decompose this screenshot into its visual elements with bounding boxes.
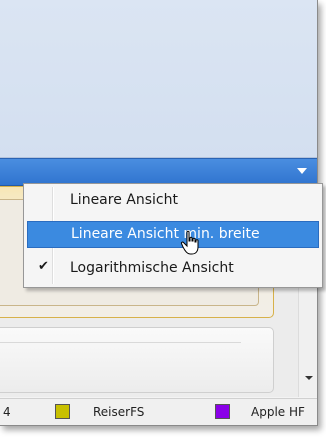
view-mode-menu: Lineare Ansicht Lineare Ansicht min. bre… [23, 183, 323, 288]
mouse-pointer-icon [180, 230, 199, 255]
view-combo-box[interactable] [0, 158, 317, 186]
menu-item-logarithmische-ansicht[interactable]: ✔ Logarithmische Ansicht [27, 255, 319, 282]
partition-panel[interactable] [0, 327, 274, 393]
menu-item-label: Logarithmische Ansicht [70, 260, 234, 276]
scroll-down-arrow-icon[interactable] [305, 376, 313, 380]
legend-swatch-reiserfs [55, 404, 70, 419]
legend-bar: 4 ReiserFS Apple HF [0, 398, 317, 425]
legend-swatch-apple-hfs [215, 404, 230, 419]
legend-label-reiserfs: ReiserFS [93, 405, 145, 419]
top-panel [0, 0, 317, 158]
checkmark-icon: ✔ [38, 259, 49, 274]
menu-item-label: Lineare Ansicht [70, 192, 178, 208]
legend-label-apple-hfs: Apple HF [251, 405, 305, 419]
menu-item-lineare-ansicht[interactable]: Lineare Ansicht [27, 187, 319, 214]
panel-divider [0, 342, 241, 343]
dropdown-arrow-icon[interactable] [297, 168, 307, 174]
menu-item-label: Lineare Ansicht min. breite [71, 226, 260, 242]
menu-item-lineare-ansicht-min-breite[interactable]: Lineare Ansicht min. breite [27, 221, 319, 248]
legend-partial-label: 4 [3, 405, 11, 419]
